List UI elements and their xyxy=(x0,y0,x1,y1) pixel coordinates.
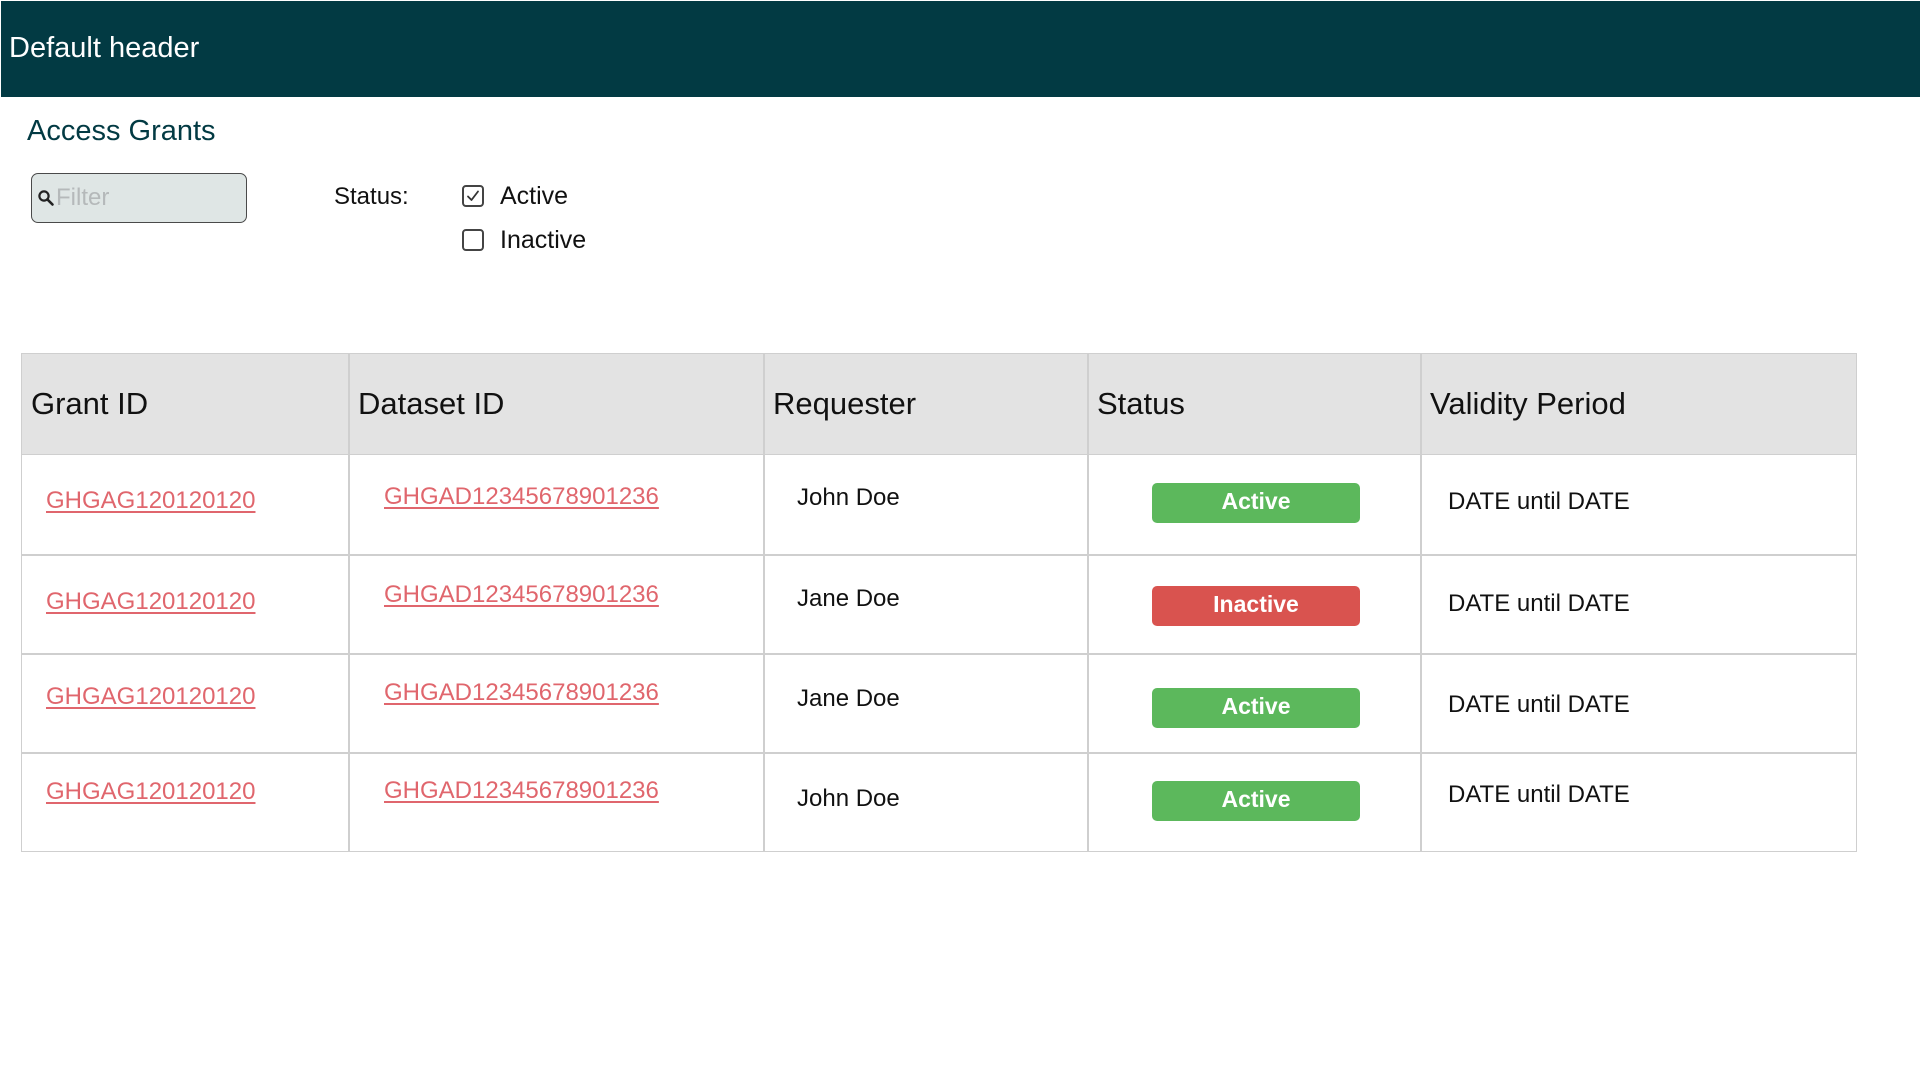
column-divider xyxy=(348,354,350,851)
search-icon xyxy=(37,189,55,207)
column-divider xyxy=(763,354,765,851)
status-badge: Active xyxy=(1152,781,1360,821)
status-badge: Inactive xyxy=(1152,586,1360,626)
grant-id-link[interactable]: GHGAG120120120 xyxy=(46,683,255,710)
grant-id-link[interactable]: GHGAG120120120 xyxy=(46,588,255,615)
requester-cell: Jane Doe xyxy=(797,585,900,612)
grant-id-cell: GHGAG120120120 xyxy=(46,682,255,712)
dataset-id-link[interactable]: GHGAD12345678901236 xyxy=(384,777,659,804)
grant-id-cell: GHGAG120120120 xyxy=(46,587,255,617)
dataset-id-cell: GHGAD12345678901236 xyxy=(384,482,659,512)
status-badge: Active xyxy=(1152,688,1360,728)
grant-id-link[interactable]: GHGAG120120120 xyxy=(46,778,255,805)
validity-period-cell: DATE until DATE xyxy=(1448,488,1630,515)
status-filter-label: Status: xyxy=(334,183,409,210)
requester-cell: John Doe xyxy=(797,484,900,511)
status-checkbox-active[interactable]: Active xyxy=(462,181,568,211)
dataset-id-link[interactable]: GHGAD12345678901236 xyxy=(384,581,659,608)
header-title: Default header xyxy=(9,32,200,64)
dataset-id-cell: GHGAD12345678901236 xyxy=(384,580,659,610)
filter-input[interactable] xyxy=(56,182,236,214)
row-divider xyxy=(22,752,1856,754)
validity-period-cell: DATE until DATE xyxy=(1448,590,1630,617)
status-badge: Active xyxy=(1152,483,1360,523)
column-header-dataset-id[interactable]: Dataset ID xyxy=(358,385,504,423)
checkbox-unchecked[interactable] xyxy=(462,229,484,251)
checkbox-label-inactive: Inactive xyxy=(500,226,587,254)
requester-cell: John Doe xyxy=(797,785,900,812)
grant-id-link[interactable]: GHGAG120120120 xyxy=(46,487,255,514)
validity-period-cell: DATE until DATE xyxy=(1448,781,1630,808)
checkbox-label-active: Active xyxy=(500,182,569,210)
column-divider xyxy=(1087,354,1089,851)
row-divider xyxy=(22,554,1856,556)
validity-period-cell: DATE until DATE xyxy=(1448,691,1630,718)
grant-id-cell: GHGAG120120120 xyxy=(46,777,255,807)
page-title: Access Grants xyxy=(27,115,216,147)
checkbox-checked[interactable] xyxy=(462,185,484,207)
access-grants-table: Grant ID Dataset ID Requester Status Val… xyxy=(21,353,1857,852)
requester-cell: Jane Doe xyxy=(797,685,900,712)
column-header-requester[interactable]: Requester xyxy=(773,385,916,423)
column-divider xyxy=(1420,354,1422,851)
dataset-id-cell: GHGAD12345678901236 xyxy=(384,776,659,806)
status-checkbox-inactive[interactable]: Inactive xyxy=(462,225,586,255)
grant-id-cell: GHGAG120120120 xyxy=(46,486,255,516)
column-header-status[interactable]: Status xyxy=(1097,385,1185,423)
dataset-id-link[interactable]: GHGAD12345678901236 xyxy=(384,483,659,510)
column-header-grant-id[interactable]: Grant ID xyxy=(31,385,148,423)
row-divider xyxy=(22,653,1856,655)
filter-field[interactable] xyxy=(31,173,247,223)
top-header-bar: Default header xyxy=(1,1,1920,97)
dataset-id-link[interactable]: GHGAD12345678901236 xyxy=(384,679,659,706)
dataset-id-cell: GHGAD12345678901236 xyxy=(384,678,659,708)
column-header-validity-period[interactable]: Validity Period xyxy=(1430,385,1626,423)
